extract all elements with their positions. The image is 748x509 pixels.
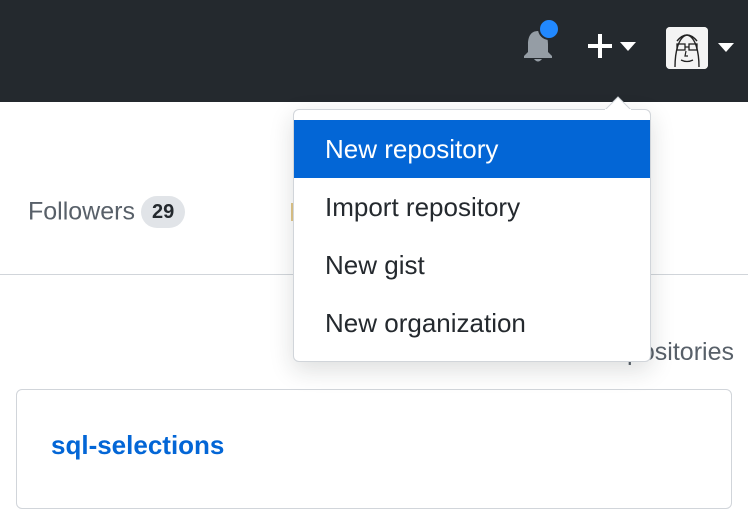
app-header [0,0,748,102]
chevron-down-icon [718,43,734,52]
repo-card: sql-selections [16,389,732,509]
menu-item-new-repository[interactable]: New repository [294,120,650,178]
avatar-icon [666,27,708,69]
menu-item-new-organization[interactable]: New organization [294,294,650,352]
notification-indicator-dot [538,18,560,40]
menu-item-new-gist[interactable]: New gist [294,236,650,294]
create-new-button[interactable] [586,30,640,62]
followers-label: Followers [28,197,135,226]
menu-item-import-repository[interactable]: Import repository [294,178,650,236]
followers-link[interactable]: Followers 29 [28,196,186,228]
user-menu-button[interactable] [666,27,738,69]
dropdown-caret [605,96,631,110]
repo-name-link[interactable]: sql-selections [51,430,224,461]
followers-count-badge: 29 [140,196,186,228]
plus-icon [588,34,612,58]
create-new-dropdown: New repository Import repository New gis… [293,109,651,362]
chevron-down-icon [620,42,636,51]
avatar [666,27,708,69]
